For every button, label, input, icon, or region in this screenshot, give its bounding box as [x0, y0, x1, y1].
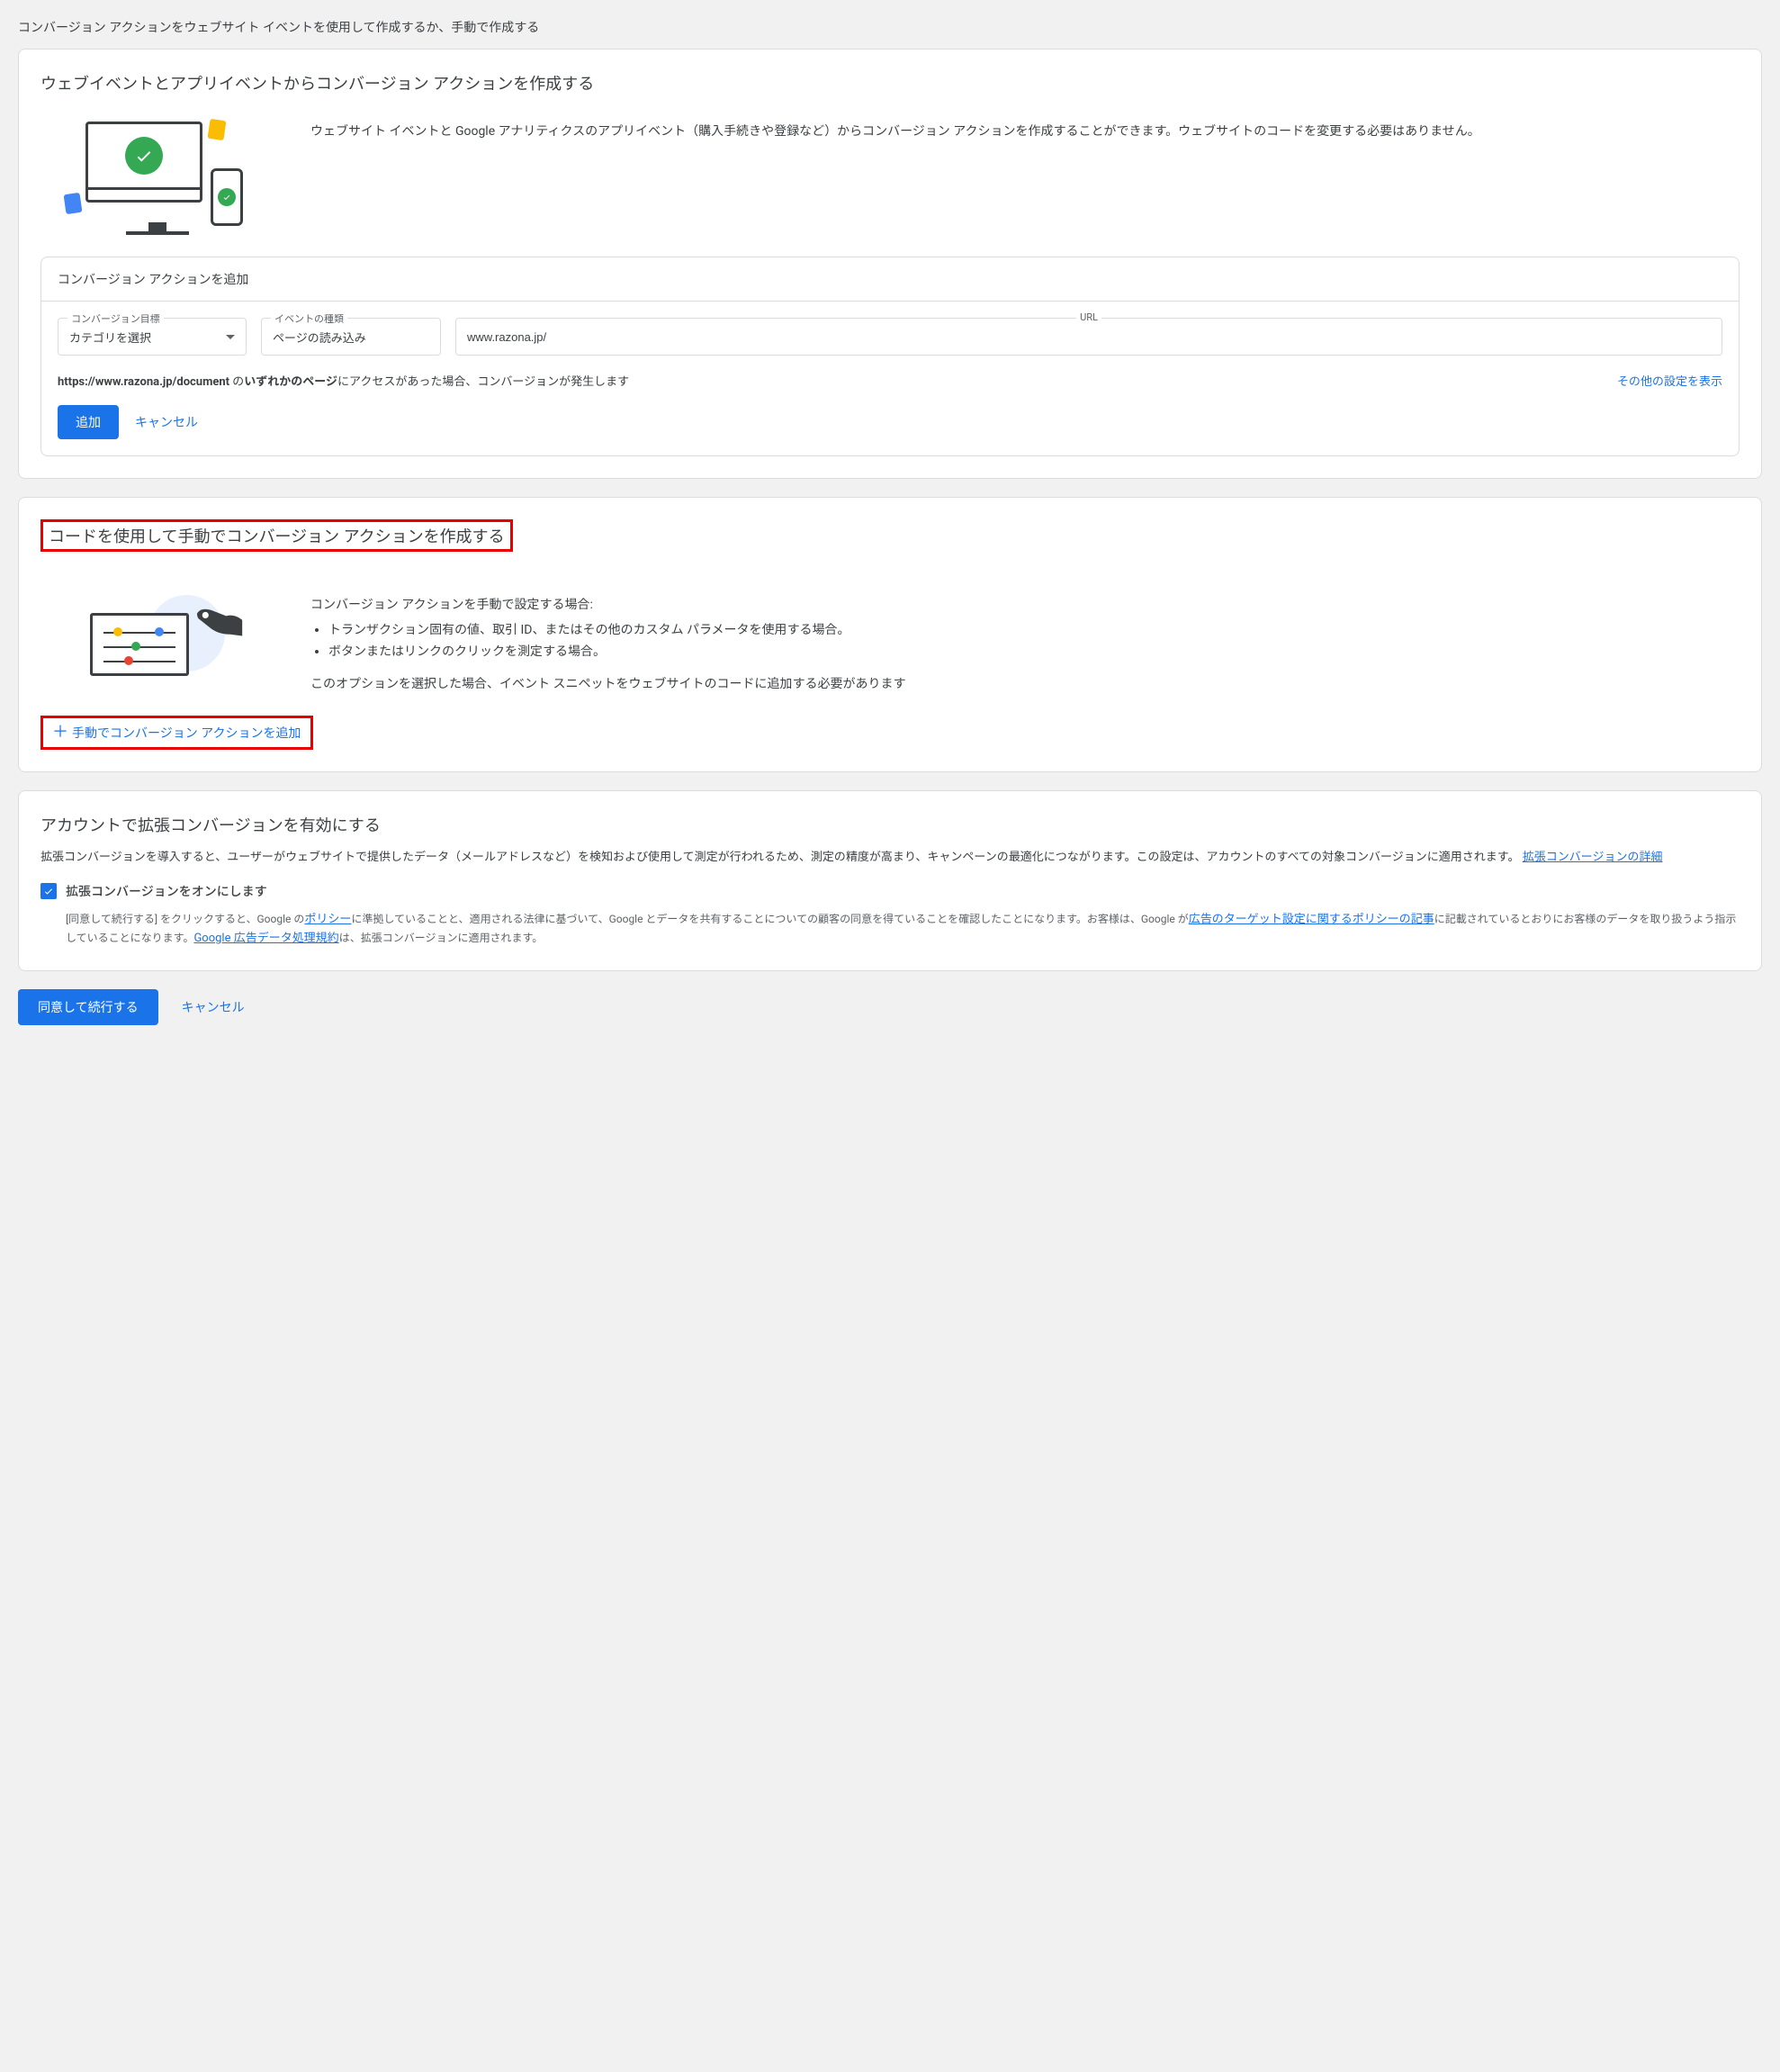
data-terms-link[interactable]: Google 広告データ処理規約: [193, 932, 338, 945]
list-item: ボタンまたはリンクのクリックを測定する場合。: [328, 642, 1740, 663]
url-input[interactable]: URL: [455, 318, 1722, 356]
page-subtitle: コンバージョン アクションをウェブサイト イベントを使用して作成するか、手動で作…: [18, 18, 1762, 36]
url-input-field[interactable]: [467, 330, 1711, 344]
chevron-down-icon: [226, 335, 235, 344]
manual-card: コードを使用して手動でコンバージョン アクションを作成する: [18, 497, 1762, 772]
footer-actions: 同意して続行する キャンセル: [18, 989, 1762, 1025]
enhanced-conversions-desc: 拡張コンバージョンを導入すると、ユーザーがウェブサイトで提供したデータ（メールア…: [40, 849, 1740, 868]
terms-fineprint: [同意して続行する] をクリックすると、Google のポリシーに準拠しているこ…: [66, 911, 1740, 949]
events-card: ウェブイベントとアプリイベントからコンバージョン アクションを作成する: [18, 49, 1762, 479]
conversion-goal-select[interactable]: コンバージョン目標 カテゴリを選択: [58, 318, 247, 356]
events-desc: ウェブサイト イベントと Google アナリティクスのアプリイベント（購入手続…: [310, 122, 1740, 141]
doc-chip-icon: [208, 119, 227, 140]
enhanced-conversions-learn-more-link[interactable]: 拡張コンバージョンの詳細: [1523, 851, 1663, 864]
enhanced-conversions-title: アカウントで拡張コンバージョンを有効にする: [40, 813, 1740, 836]
footer-cancel-button[interactable]: キャンセル: [182, 998, 245, 1016]
add-conversion-panel: コンバージョン アクションを追加 コンバージョン目標 カテゴリを選択 イベントの…: [40, 257, 1740, 456]
hand-icon: [193, 604, 243, 640]
event-type-select[interactable]: イベントの種類 ページの読み込み: [261, 318, 441, 356]
manual-desc: コンバージョン アクションを手動で設定する場合: トランザクション固有の値、取引…: [310, 595, 1740, 694]
field-label: イベントの種類: [271, 311, 347, 326]
doc-chip-icon: [64, 193, 83, 214]
check-icon: [218, 188, 236, 206]
field-label: URL: [1076, 311, 1101, 323]
cancel-button[interactable]: キャンセル: [135, 413, 198, 431]
manual-card-title: コードを使用して手動でコンバージョン アクションを作成する: [49, 527, 505, 546]
match-description: https://www.razona.jp/document のいずれかのページ…: [58, 372, 629, 389]
policy-link[interactable]: ポリシー: [304, 913, 351, 926]
check-icon: [125, 137, 163, 175]
targeting-policy-link[interactable]: 広告のターゲット設定に関するポリシーの記事: [1189, 913, 1434, 926]
add-button[interactable]: 追加: [58, 405, 119, 439]
plus-icon: ＋: [52, 725, 68, 741]
agree-continue-button[interactable]: 同意して続行する: [18, 989, 158, 1025]
check-icon: [43, 886, 54, 896]
field-label: コンバージョン目標: [67, 311, 164, 326]
enable-enhanced-conversions-checkbox[interactable]: [40, 883, 57, 899]
add-manual-conversion-button[interactable]: ＋ 手動でコンバージョン アクションを追加: [52, 724, 301, 742]
events-card-title: ウェブイベントとアプリイベントからコンバージョン アクションを作成する: [40, 71, 1740, 95]
enhanced-conversions-card: アカウントで拡張コンバージョンを有効にする 拡張コンバージョンを導入すると、ユー…: [18, 790, 1762, 970]
events-illustration: [40, 122, 274, 221]
list-item: トランザクション固有の値、取引 ID、またはその他のカスタム パラメータを使用す…: [328, 620, 1740, 642]
manual-illustration: [40, 595, 274, 694]
checkbox-label: 拡張コンバージョンをオンにします: [66, 882, 267, 900]
show-other-settings-link[interactable]: その他の設定を表示: [1617, 372, 1722, 389]
add-conversion-panel-title: コンバージョン アクションを追加: [41, 257, 1739, 302]
